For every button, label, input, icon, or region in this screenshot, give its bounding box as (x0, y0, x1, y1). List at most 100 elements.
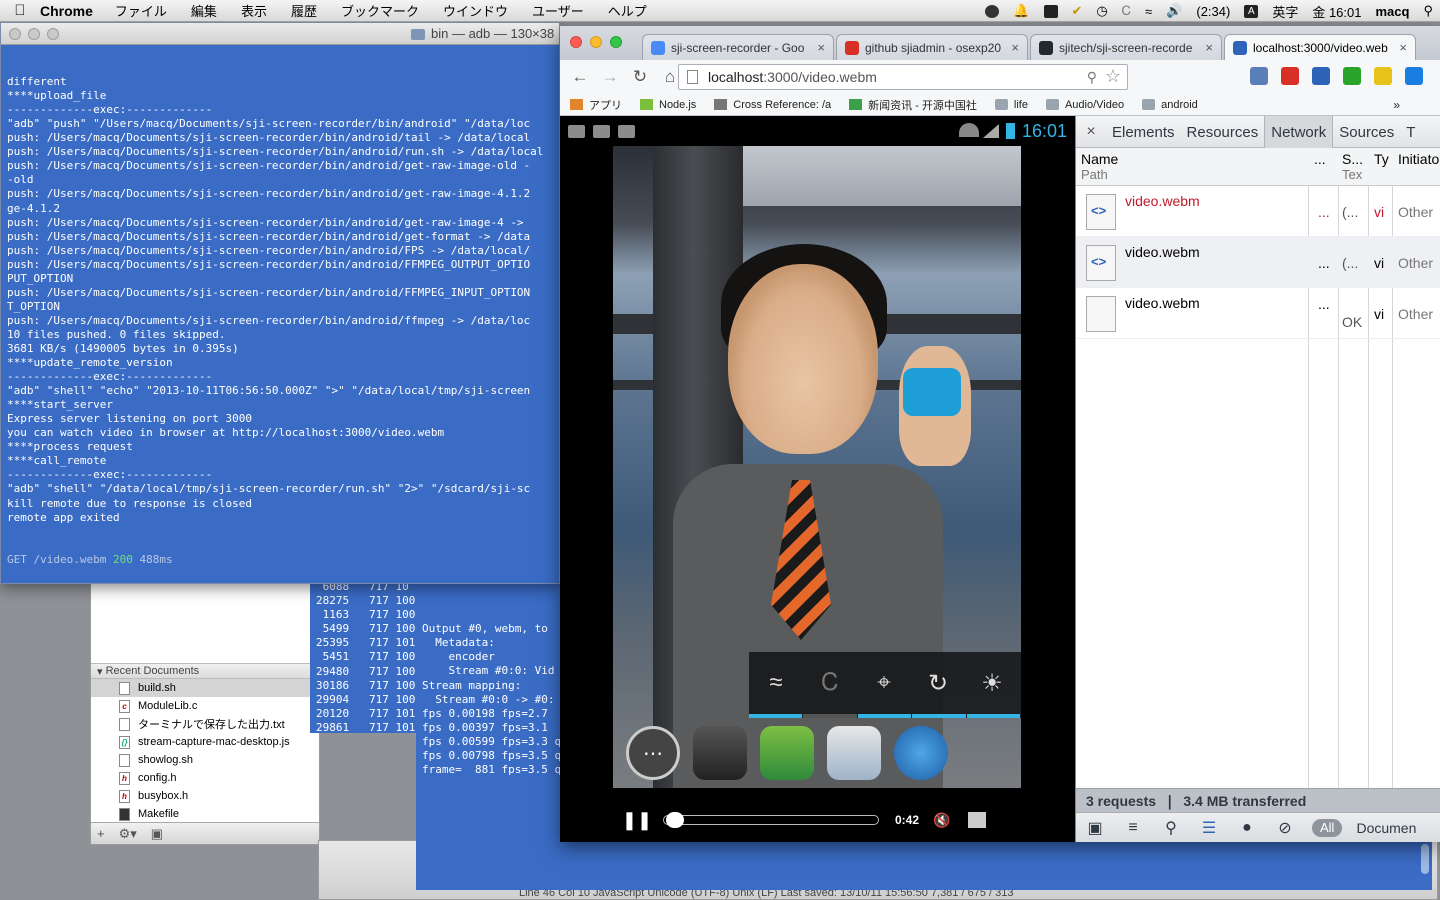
tab-sji-screen-recorder-drive[interactable]: sji-screen-recorder - Goo × (642, 34, 834, 60)
bluetooth-icon[interactable]: Ꮯ (1122, 3, 1131, 19)
mail-extension-icon[interactable] (1250, 67, 1268, 85)
input-source-icon[interactable]: A (1244, 4, 1259, 18)
close-tab-icon[interactable]: × (1011, 40, 1019, 55)
network-request-row[interactable]: video.webm ... (... vi Other (1076, 237, 1440, 288)
menu-user-name[interactable]: macq (1376, 4, 1410, 19)
tab-gmail[interactable]: github sjiadmin - osexp20 × (836, 34, 1028, 60)
puzzle-extension-icon[interactable] (1374, 67, 1392, 85)
bookmark-star-icon[interactable]: ☆ (1105, 66, 1121, 87)
scrollbar-thumb[interactable] (1421, 844, 1429, 874)
folder-icon[interactable] (1043, 4, 1058, 18)
column-status-text[interactable]: S... Tex (1342, 151, 1363, 183)
close-window-button[interactable] (570, 36, 582, 48)
network-request-row[interactable]: video.webm ... OK vi Other (1076, 288, 1440, 339)
wifi-icon[interactable]: ≈ (1145, 4, 1152, 19)
forward-button[interactable]: → (600, 67, 620, 87)
network-request-row[interactable]: video.webm ... (... vi Other (1076, 186, 1440, 237)
time-machine-icon[interactable]: ◷ (1096, 3, 1107, 19)
recent-file-item[interactable]: c ModuleLib.c (91, 697, 319, 715)
bookmark-nodejs[interactable]: Node.js (640, 99, 696, 111)
mute-icon[interactable]: 🔇 (933, 812, 950, 829)
menu-bookmarks[interactable]: ブックマーク (341, 1, 419, 20)
fullscreen-button[interactable] (968, 812, 987, 828)
close-tab-icon[interactable]: × (1399, 40, 1407, 55)
gmail-extension-icon[interactable] (1281, 67, 1299, 85)
recent-file-item[interactable]: h config.h (91, 769, 319, 787)
checkmark-icon[interactable]: ✔ (1072, 3, 1083, 19)
dock-toggle-icon[interactable]: ▣ (1076, 818, 1114, 838)
column-initiator[interactable]: Initiato (1398, 151, 1439, 167)
menu-file[interactable]: ファイル (115, 1, 167, 20)
bookmark-folder-audio-video[interactable]: Audio/Video (1045, 99, 1124, 111)
bookmarks-overflow-button[interactable]: » (1393, 98, 1400, 112)
tab-github[interactable]: sjitech/sji-screen-recorde × (1030, 34, 1222, 60)
recent-file-item[interactable]: build.sh (91, 679, 319, 697)
seek-knob[interactable] (666, 812, 685, 828)
input-source-label[interactable]: 英字 (1272, 2, 1298, 21)
zoom-window-button[interactable] (610, 36, 622, 48)
tab-sources[interactable]: Sources (1333, 116, 1400, 148)
menu-clock[interactable]: 金 16:01 (1312, 2, 1361, 21)
tab-network[interactable]: Network (1264, 116, 1334, 148)
feed-extension-icon[interactable] (1405, 67, 1423, 85)
column-name-path[interactable]: Name Path (1081, 151, 1118, 183)
bookmark-oschina[interactable]: 新闻资讯 - 开源中国社 (849, 97, 977, 113)
search-icon[interactable]: ⚲ (1152, 818, 1190, 838)
address-bar[interactable]: localhost:3000/video.webm ⚲ ☆ (678, 64, 1128, 90)
gear-icon[interactable]: ⚙▾ (119, 826, 137, 842)
back-button[interactable]: ← (570, 67, 590, 87)
terminal-output[interactable]: different ****upload_file -------------exe… (1, 45, 559, 585)
volume-icon[interactable]: 🔊 (1166, 3, 1182, 19)
close-devtools-icon[interactable]: × (1076, 123, 1106, 141)
pause-button[interactable]: ❚❚ (617, 810, 657, 831)
spotlight-search-icon[interactable]: ⚲ (1423, 3, 1433, 19)
console-drawer-icon[interactable]: ≡ (1114, 819, 1152, 837)
filter-documents-button[interactable]: Documen (1356, 820, 1416, 836)
line-icon[interactable] (985, 4, 1000, 18)
recent-file-item[interactable]: showlog.sh (91, 751, 319, 769)
record-icon[interactable]: ● (1228, 819, 1266, 837)
notification-bell-icon[interactable]: 🔔 (1013, 3, 1029, 19)
calendar-extension-icon[interactable] (1312, 67, 1330, 85)
tab-elements[interactable]: Elements (1106, 116, 1181, 148)
menu-edit[interactable]: 編集 (191, 1, 217, 20)
reload-button[interactable]: ↻ (630, 67, 650, 87)
bookmark-cross-reference[interactable]: Cross Reference: /a (714, 99, 831, 111)
clear-icon[interactable]: ⊘ (1266, 818, 1304, 838)
filter-all-button[interactable]: All (1312, 818, 1343, 837)
battery-indicator[interactable]: (2:34) (1196, 4, 1230, 19)
column-type[interactable]: Ty (1374, 151, 1389, 167)
minimize-window-button[interactable] (590, 36, 602, 48)
tab-localhost-video[interactable]: localhost:3000/video.web × (1224, 34, 1416, 60)
menu-user[interactable]: ユーザー (532, 1, 584, 20)
close-tab-icon[interactable]: × (817, 40, 825, 55)
menu-history[interactable]: 履歴 (291, 1, 317, 20)
recent-file-item[interactable]: {} stream-capture-mac-desktop.js (91, 733, 319, 751)
search-icon[interactable]: ⚲ (1087, 69, 1097, 86)
menu-window[interactable]: ウインドウ (443, 1, 508, 20)
tab-resources[interactable]: Resources (1181, 116, 1265, 148)
add-icon[interactable]: + (97, 826, 105, 841)
bookmark-folder-android[interactable]: android (1142, 99, 1198, 111)
bookmark-folder-life[interactable]: life (994, 99, 1028, 111)
apple-menu-icon[interactable]:  (0, 2, 40, 19)
zoom-window-button[interactable] (47, 28, 59, 40)
menu-view[interactable]: 表示 (241, 1, 267, 20)
home-button[interactable]: ⌂ (660, 67, 680, 87)
list-view-icon[interactable]: ☰ (1190, 818, 1228, 838)
menu-app-name[interactable]: Chrome (40, 3, 93, 19)
check-extension-icon[interactable] (1343, 67, 1361, 85)
tab-timeline[interactable]: T (1400, 116, 1421, 148)
close-tab-icon[interactable]: × (1205, 40, 1213, 55)
android-notification-icon (568, 124, 585, 138)
recent-documents-header[interactable]: ▾ Recent Documents (91, 663, 319, 679)
view-icon[interactable]: ▣ (151, 826, 163, 842)
recent-file-item[interactable]: ターミナルで保存した出力.txt (91, 715, 319, 733)
minimize-window-button[interactable] (28, 28, 40, 40)
menu-help[interactable]: ヘルプ (608, 1, 647, 20)
recent-file-item[interactable]: Makefile (91, 805, 319, 823)
recent-file-item[interactable]: h busybox.h (91, 787, 319, 805)
bookmark-apps[interactable]: アプリ (570, 97, 622, 113)
video-seek-bar[interactable] (663, 812, 879, 828)
close-window-button[interactable] (9, 28, 21, 40)
